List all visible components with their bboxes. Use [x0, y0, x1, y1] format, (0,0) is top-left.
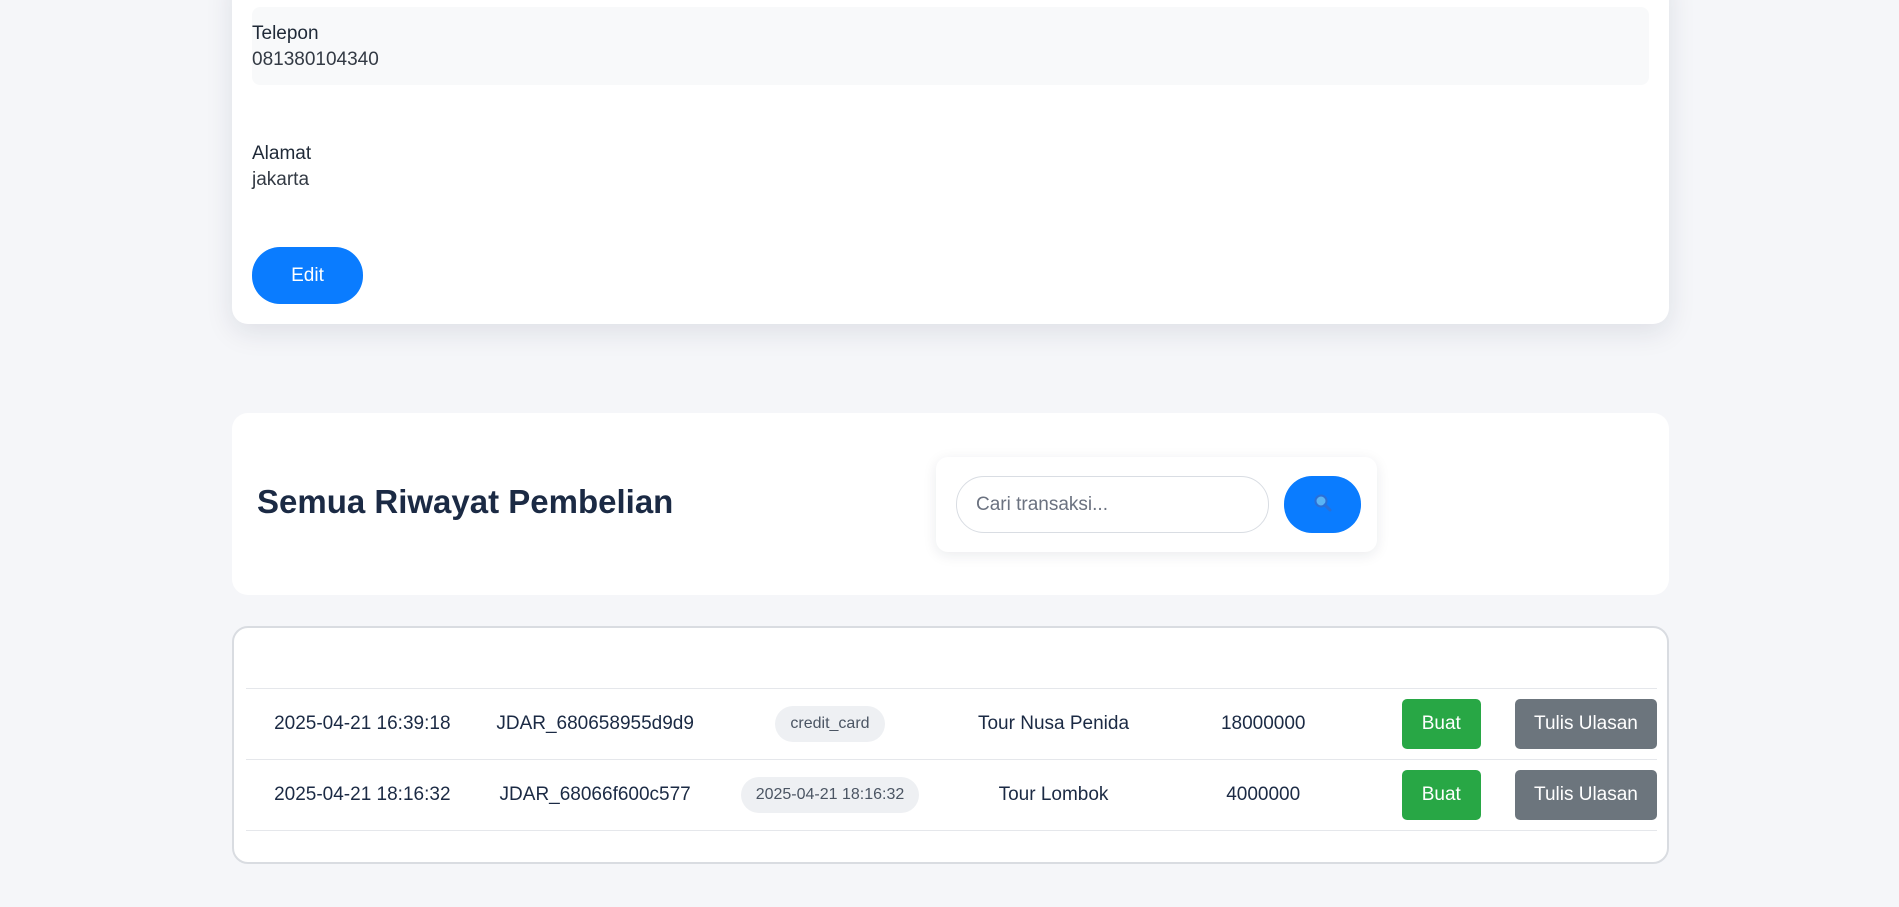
history-header: Semua Riwayat Pembelian	[232, 413, 1669, 595]
address-field: Alamat jakarta	[252, 127, 1649, 205]
package-name: Tour Lombok	[948, 759, 1159, 831]
search-box	[936, 457, 1377, 552]
table-row: 2025-04-21 16:39:18 JDAR_680658955d9d9 c…	[246, 688, 1657, 760]
buat-button[interactable]: Buat	[1401, 699, 1481, 749]
transactions-table: 2025-04-21 16:39:18 JDAR_680658955d9d9 c…	[246, 688, 1657, 831]
transactions-table-card: 2025-04-21 16:39:18 JDAR_680658955d9d9 c…	[232, 626, 1669, 864]
transaction-date: 2025-04-21 16:39:18	[246, 688, 479, 760]
search-icon	[1313, 493, 1333, 516]
search-input[interactable]	[956, 476, 1269, 533]
write-review-button[interactable]: Tulis Ulasan	[1514, 770, 1657, 820]
phone-label: Telepon	[252, 23, 319, 44]
buat-button[interactable]: Buat	[1401, 770, 1481, 820]
profile-card: Telepon 081380104340 Alamat jakarta Edit	[232, 0, 1669, 324]
package-name: Tour Nusa Penida	[948, 688, 1159, 760]
table-row: 2025-04-21 18:16:32 JDAR_68066f600c577 2…	[246, 759, 1657, 831]
phone-value: 081380104340	[252, 49, 379, 70]
transaction-code: JDAR_680658955d9d9	[478, 688, 712, 760]
page-title: Semua Riwayat Pembelian	[257, 483, 674, 520]
address-label: Alamat	[252, 143, 312, 164]
phone-field: Telepon 081380104340	[252, 7, 1649, 85]
edit-button[interactable]: Edit	[252, 247, 363, 304]
write-review-button[interactable]: Tulis Ulasan	[1514, 699, 1657, 749]
address-value: jakarta	[252, 169, 310, 190]
payment-badge: credit_card	[775, 706, 885, 742]
transaction-amount: 4000000	[1158, 759, 1368, 831]
transaction-amount: 18000000	[1158, 688, 1368, 760]
transaction-date: 2025-04-21 18:16:32	[246, 759, 479, 831]
transaction-code: JDAR_68066f600c577	[478, 759, 712, 831]
search-button[interactable]	[1284, 476, 1361, 533]
payment-badge: 2025-04-21 18:16:32	[740, 777, 920, 813]
